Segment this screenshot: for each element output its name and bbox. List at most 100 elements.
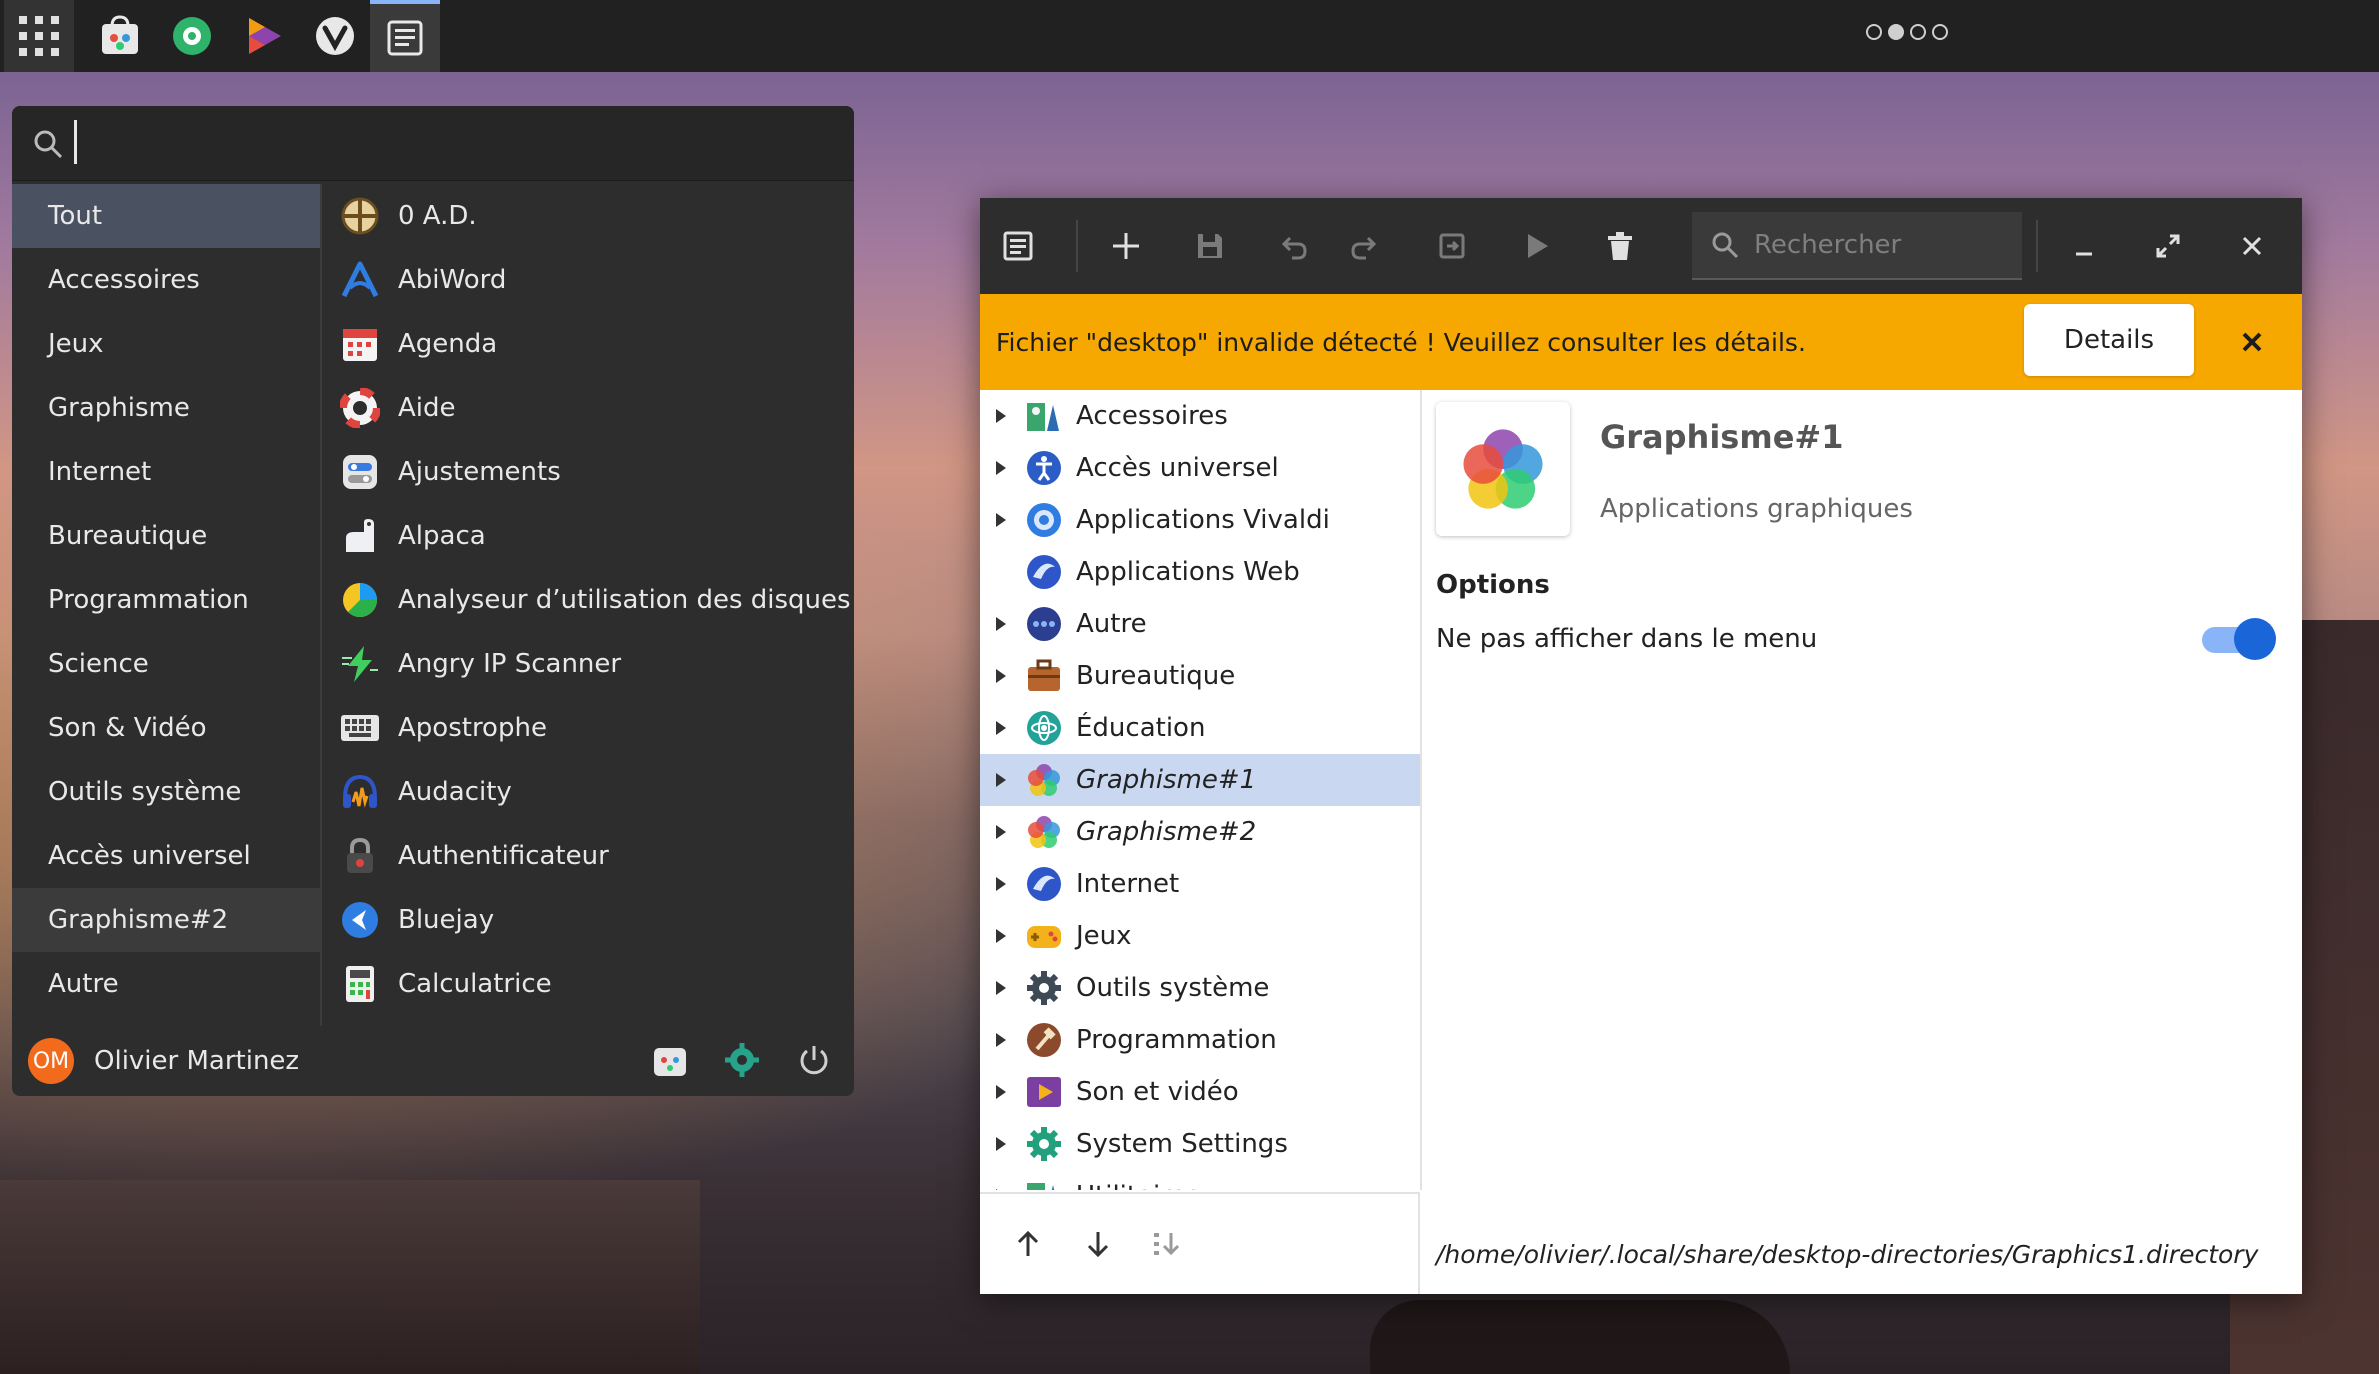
expander-arrow-icon[interactable] [980,511,1024,529]
expander-arrow-icon[interactable] [980,719,1024,737]
expander-arrow-icon[interactable] [980,667,1024,685]
category-icon-button[interactable] [1436,402,1570,536]
category-internet[interactable]: Internet [12,440,320,504]
category-tout[interactable]: Tout [12,184,320,248]
add-button[interactable] [1102,222,1150,270]
app-grid-button[interactable] [4,0,74,72]
expander-arrow-icon[interactable] [980,979,1024,997]
app-item-agenda[interactable]: Agenda [332,312,852,376]
expander-arrow-icon[interactable] [980,1031,1024,1049]
category-comment[interactable]: Applications graphiques [1600,494,1913,524]
category-science[interactable]: Science [12,632,320,696]
tree-item-graphisme1[interactable]: Graphisme#1 [980,754,1420,806]
expander-arrow-icon[interactable] [980,407,1024,425]
category-bureautique[interactable]: Bureautique [12,504,320,568]
tree-item-son-et-video[interactable]: Son et vidéo [980,1066,1420,1118]
refresh-button[interactable] [1428,222,1476,270]
undo-button[interactable] [1270,222,1318,270]
workspace-2[interactable] [1888,24,1904,40]
app-item-alpaca[interactable]: Alpaca [332,504,852,568]
workspace-indicator[interactable] [1866,24,1948,40]
tree-item-applications-web[interactable]: Applications Web [980,546,1420,598]
settings-button[interactable] [724,1042,760,1082]
workspace-4[interactable] [1932,24,1948,40]
tree-item-accessoires[interactable]: Accessoires [980,390,1420,442]
tree-item-graphisme2[interactable]: Graphisme#2 [980,806,1420,858]
app-item-authentificateur[interactable]: Authentificateur [332,824,852,888]
panel-media-app[interactable] [228,0,298,72]
app-item-bluejay[interactable]: Bluejay [332,888,852,952]
store-icon [654,1048,686,1076]
move-down-button[interactable] [1078,1224,1118,1264]
category-autre[interactable]: Autre [12,952,320,1016]
tree-item-jeux[interactable]: Jeux [980,910,1420,962]
app-item-ajustements[interactable]: Ajustements [332,440,852,504]
user-avatar[interactable]: OM [28,1038,74,1084]
expander-arrow-icon[interactable] [980,1135,1024,1153]
banner-close-button[interactable] [2230,320,2274,364]
expander-arrow-icon[interactable] [980,927,1024,945]
expander-arrow-icon[interactable] [980,875,1024,893]
category-outils-systeme[interactable]: Outils système [12,760,320,824]
app-item-aide[interactable]: Aide [332,376,852,440]
tree-item-applications-vivaldi[interactable]: Applications Vivaldi [980,494,1420,546]
power-button[interactable] [796,1042,832,1082]
details-button[interactable]: Details [2024,304,2194,376]
close-button[interactable] [2228,222,2276,270]
editor-search-field[interactable]: Rechercher [1692,212,2022,280]
category-graphisme[interactable]: Graphisme [12,376,320,440]
delete-button[interactable] [1596,222,1644,270]
tree-item-programmation[interactable]: Programmation [980,1014,1420,1066]
app-item-analyseur-disques[interactable]: Analyseur d’utilisation des disques [332,568,852,632]
menu-button[interactable] [994,222,1042,270]
move-up-button[interactable] [1008,1224,1048,1264]
tree-item-utilitaires[interactable]: Utilitaires [980,1170,1420,1190]
expander-arrow-icon[interactable] [980,459,1024,477]
category-programmation[interactable]: Programmation [12,568,320,632]
tree-item-autre[interactable]: Autre [980,598,1420,650]
category-acces-universel[interactable]: Accès universel [12,824,320,888]
app-item-audacity[interactable]: Audacity [332,760,852,824]
category-graphisme2[interactable]: Graphisme#2 [12,888,320,952]
tree-item-acces-universel[interactable]: Accès universel [980,442,1420,494]
hide-in-menu-toggle[interactable] [2202,618,2276,660]
software-center-button[interactable] [652,1042,688,1082]
expander-arrow-icon[interactable] [980,1187,1024,1190]
vivaldi-icon [316,17,354,55]
workspace-1[interactable] [1866,24,1882,40]
tree-item-outils-systeme[interactable]: Outils système [980,962,1420,1014]
category-name[interactable]: Graphisme#1 [1600,418,1843,456]
app-item-apostrophe[interactable]: Apostrophe [332,696,852,760]
app-item-angry-ip-scanner[interactable]: Angry IP Scanner [332,632,852,696]
gear-icon [1024,968,1064,1008]
panel-vivaldi[interactable] [300,0,370,72]
headphones-icon [340,772,380,812]
tree-item-internet[interactable]: Internet [980,858,1420,910]
category-son-video[interactable]: Son & Vidéo [12,696,320,760]
tree-item-bureautique[interactable]: Bureautique [980,650,1420,702]
expander-arrow-icon[interactable] [980,823,1024,841]
workspace-3[interactable] [1910,24,1926,40]
panel-software-store[interactable] [85,0,155,72]
panel-menu-editor[interactable] [370,0,440,72]
panel-music-player[interactable] [157,0,227,72]
save-button[interactable] [1186,222,1234,270]
run-button[interactable] [1512,222,1560,270]
expander-arrow-icon[interactable] [980,771,1024,789]
category-jeux[interactable]: Jeux [12,312,320,376]
menu-search-bar[interactable] [12,106,854,181]
minimize-button[interactable] [2060,222,2108,270]
maximize-button[interactable] [2144,222,2192,270]
redo-button[interactable] [1340,222,1388,270]
expander-arrow-icon[interactable] [980,615,1024,633]
tree-item-education[interactable]: Éducation [980,702,1420,754]
category-accessoires[interactable]: Accessoires [12,248,320,312]
app-item-abiword[interactable]: AbiWord [332,248,852,312]
tree-bottom-bar [980,1192,1420,1294]
app-item-calculatrice[interactable]: Calculatrice [332,952,852,1016]
editor-search-input[interactable]: Rechercher [1754,230,1901,260]
expander-arrow-icon[interactable] [980,1083,1024,1101]
tree-item-system-settings[interactable]: System Settings [980,1118,1420,1170]
app-item-0ad[interactable]: 0 A.D. [332,184,852,248]
sort-button[interactable] [1146,1224,1186,1264]
